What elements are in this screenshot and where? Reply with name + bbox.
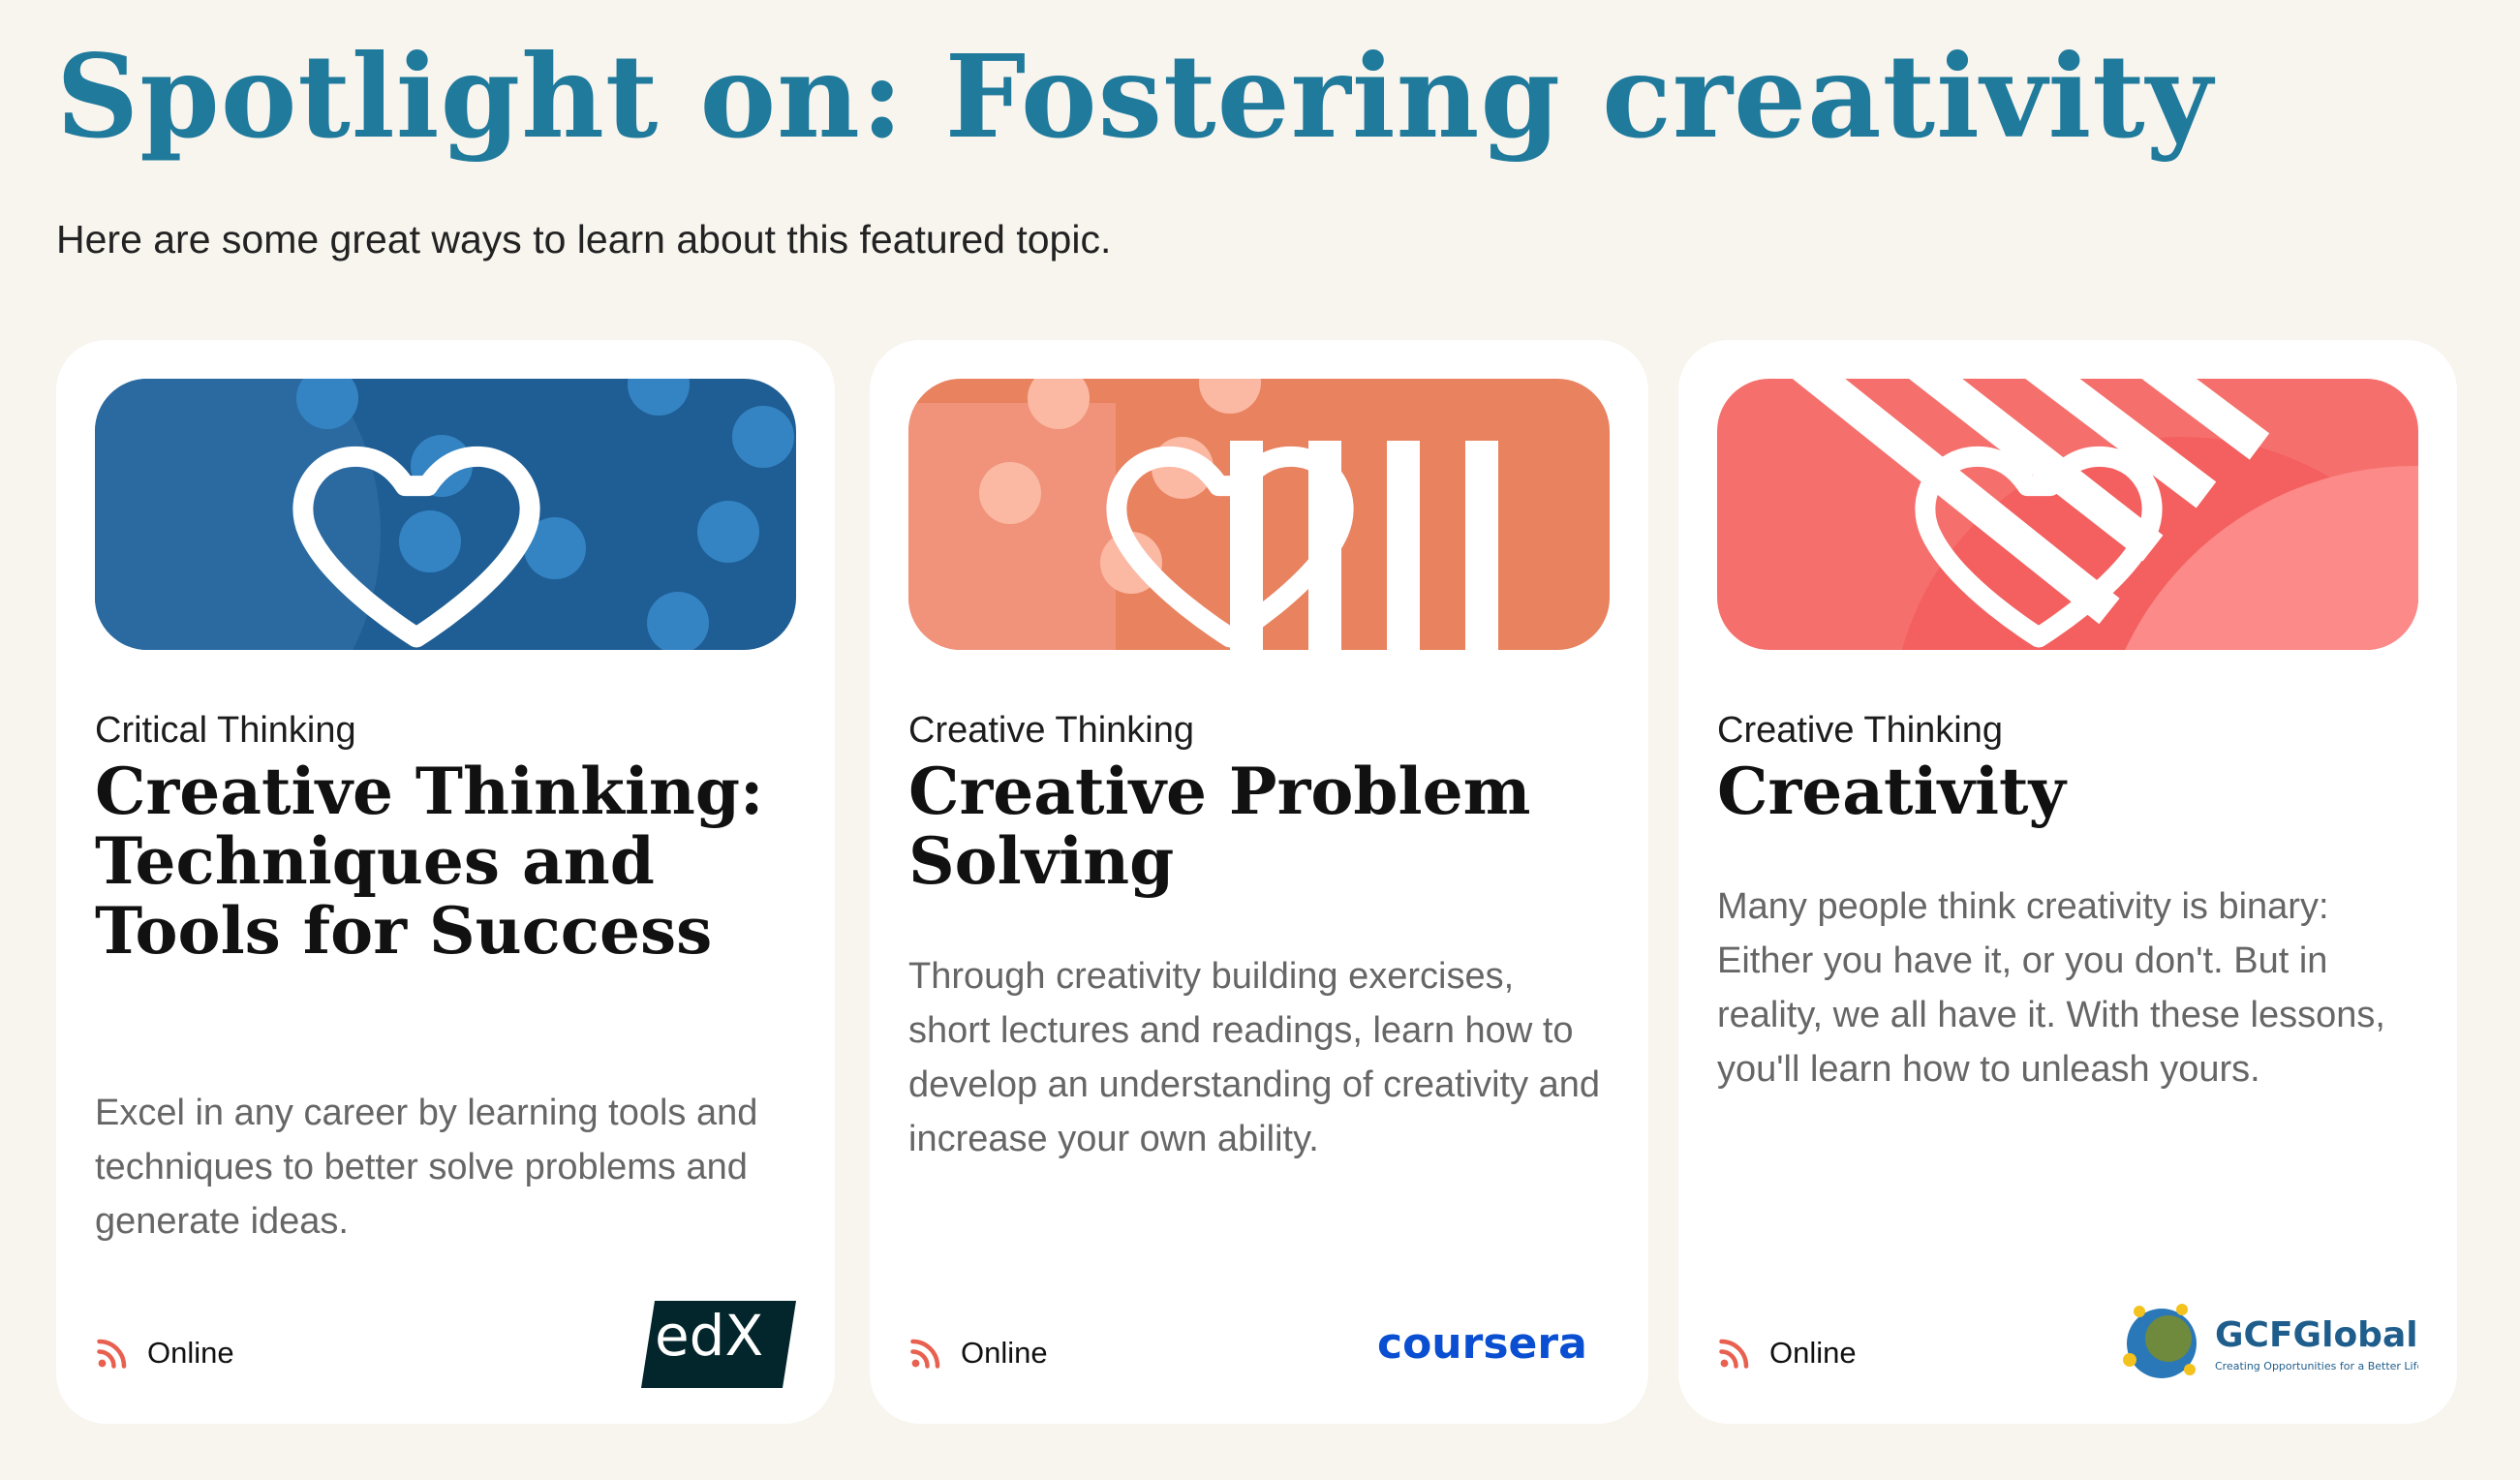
course-banner: [1717, 379, 2418, 650]
online-broadcast-icon: [910, 1339, 940, 1369]
coursera-logo[interactable]: coursera: [1377, 1319, 1610, 1368]
course-format: Online: [1717, 1336, 1857, 1371]
course-card[interactable]: Creative Thinking Creativity Many people…: [1678, 340, 2457, 1424]
course-category: Critical Thinking: [95, 710, 356, 751]
page-subtitle: Here are some great ways to learn about …: [56, 217, 1112, 262]
coursera-logo-text: coursera: [1377, 1319, 1587, 1368]
course-card[interactable]: Critical Thinking Creative Thinking: Tec…: [56, 340, 835, 1424]
gcfglobal-logo[interactable]: GCFGlobal Creating Opportunities for a B…: [2118, 1300, 2418, 1387]
course-banner: [95, 379, 796, 650]
course-format: Online: [908, 1336, 1048, 1371]
online-broadcast-icon: [1719, 1339, 1749, 1369]
course-title[interactable]: Creativity: [1717, 756, 2424, 826]
page-title: Spotlight on: Fostering creativity: [56, 29, 2214, 164]
course-category: Creative Thinking: [908, 710, 1195, 751]
course-format-label: Online: [1769, 1336, 1857, 1370]
course-description: Through creativity building exercises, s…: [908, 956, 1601, 1159]
course-format-label: Online: [961, 1336, 1048, 1370]
course-description: Excel in any career by learning tools an…: [95, 1093, 758, 1242]
course-title[interactable]: Creative Problem Solving: [908, 756, 1615, 896]
course-format: Online: [95, 1336, 234, 1371]
gcfglobal-logo-text: GCFGlobal: [2215, 1315, 2418, 1355]
course-description: Many people think creativity is binary: …: [1717, 886, 2385, 1090]
course-banner: [908, 379, 1610, 650]
heart-icon[interactable]: [908, 400, 1581, 650]
course-card[interactable]: Creative Thinking Creative Problem Solvi…: [870, 340, 1648, 1424]
edx-logo-text: edX: [655, 1303, 763, 1369]
gcfglobal-tagline: Creating Opportunities for a Better Life: [2215, 1360, 2418, 1372]
course-title[interactable]: Creative Thinking: Techniques and Tools …: [95, 756, 802, 966]
edx-logo[interactable]: edX: [641, 1301, 796, 1388]
heart-icon[interactable]: [95, 400, 767, 650]
heart-icon[interactable]: [1717, 400, 2389, 650]
course-format-label: Online: [147, 1336, 234, 1370]
online-broadcast-icon: [97, 1339, 127, 1369]
course-category: Creative Thinking: [1717, 710, 2004, 751]
